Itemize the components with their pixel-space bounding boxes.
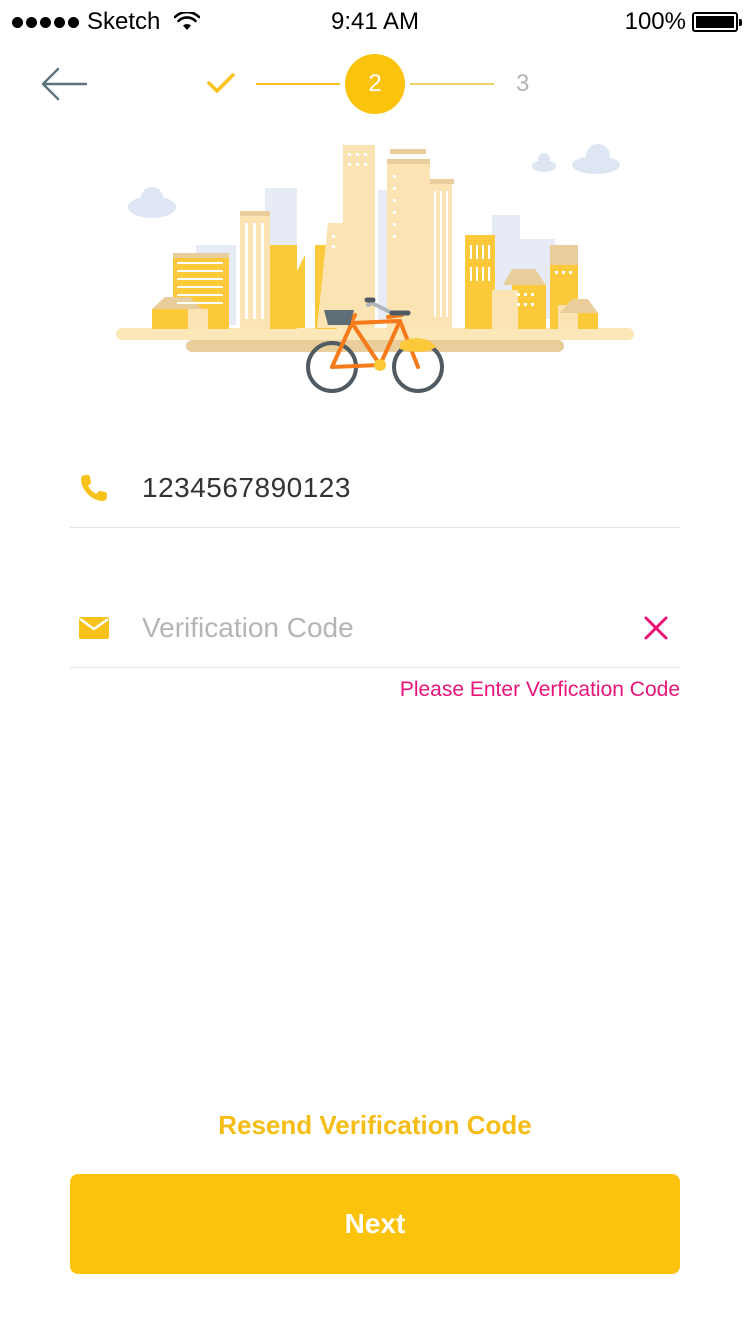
battery-percentage: 100% bbox=[624, 8, 686, 35]
checkmark-icon bbox=[207, 73, 235, 93]
envelope-icon bbox=[79, 617, 109, 639]
progress-stepper: 2 3 bbox=[200, 54, 550, 114]
battery-icon bbox=[692, 12, 742, 32]
close-icon bbox=[644, 616, 668, 640]
city-bicycle-illustration bbox=[116, 144, 634, 393]
step-current: 2 bbox=[345, 54, 405, 114]
back-button[interactable] bbox=[36, 60, 92, 108]
step-connector bbox=[256, 83, 340, 85]
verification-code-field bbox=[70, 588, 680, 668]
verification-code-input[interactable] bbox=[142, 606, 592, 650]
next-button[interactable]: Next bbox=[70, 1174, 680, 1274]
status-bar: Sketch 9:41 AM 100% bbox=[0, 0, 750, 40]
phone-number-value: 1234567890123 bbox=[142, 472, 351, 503]
phone-field[interactable]: 1234567890123 bbox=[70, 448, 680, 528]
resend-code-link[interactable]: Resend Verification Code bbox=[0, 1110, 750, 1141]
step-upcoming: 3 bbox=[516, 70, 530, 97]
clear-input-button[interactable] bbox=[642, 614, 670, 642]
step-connector bbox=[410, 83, 494, 85]
status-right: 100% bbox=[624, 8, 742, 36]
arrow-left-icon bbox=[41, 67, 88, 101]
error-message: Please Enter Verfication Code bbox=[399, 678, 680, 701]
phone-icon bbox=[81, 475, 107, 501]
